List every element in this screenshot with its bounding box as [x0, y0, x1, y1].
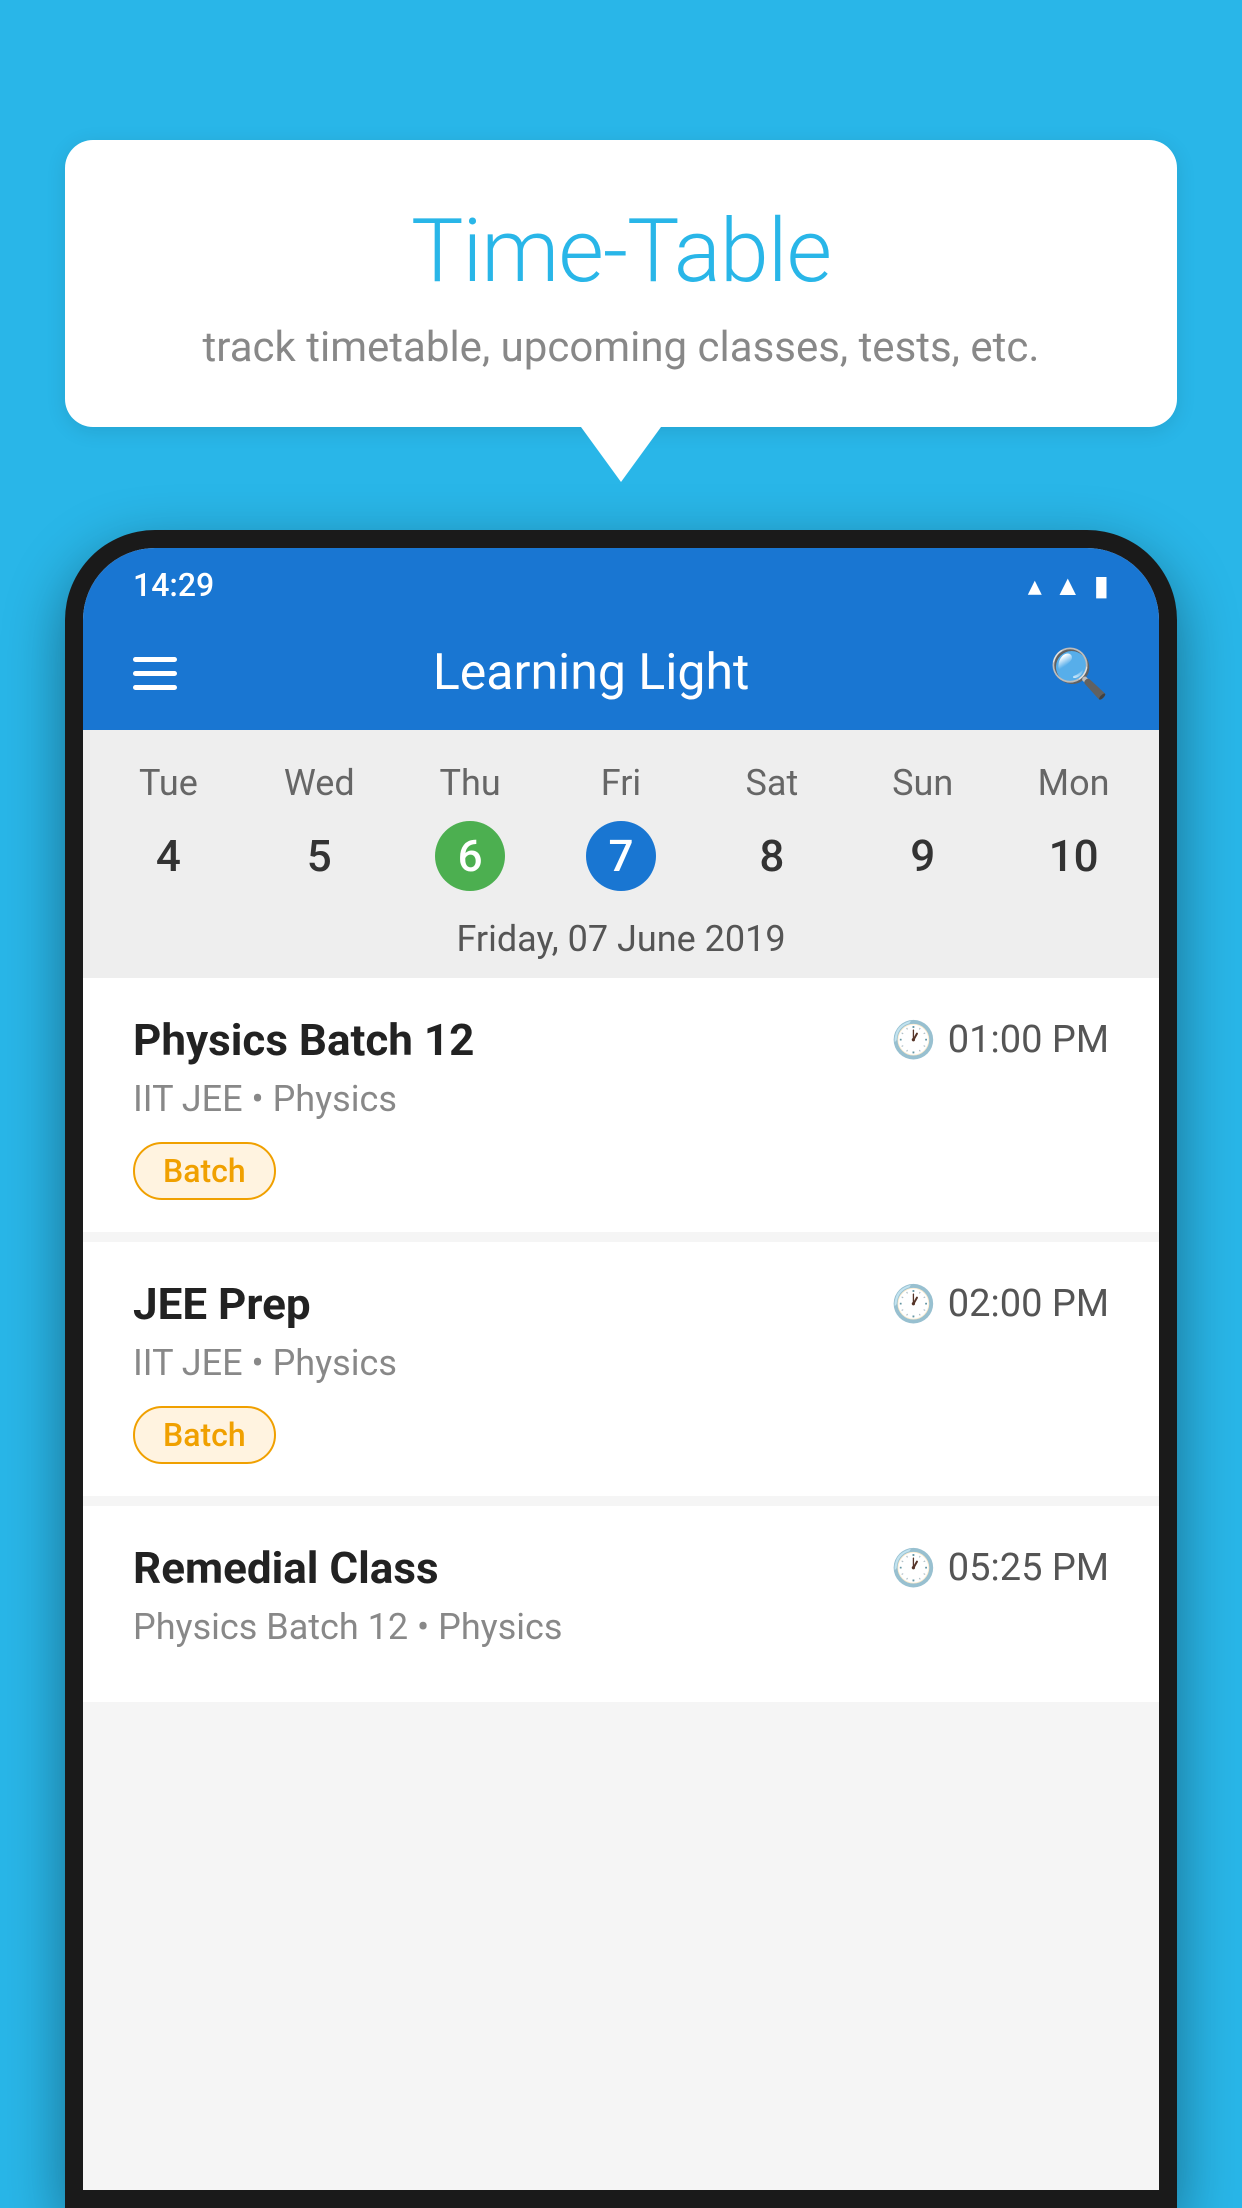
menu-line-2 — [133, 671, 177, 676]
wifi-icon: ▴ — [1028, 569, 1042, 602]
app-bar: Learning Light 🔍 — [83, 616, 1159, 730]
schedule-item-3-title: Remedial Class — [133, 1542, 439, 1594]
day-5[interactable]: 5 — [244, 820, 395, 892]
selected-date-label: Friday, 07 June 2019 — [83, 908, 1159, 978]
schedule-item-2-header: JEE Prep 🕐 02:00 PM — [133, 1278, 1109, 1330]
menu-icon[interactable] — [133, 657, 177, 690]
battery-icon: ▮ — [1094, 569, 1109, 602]
clock-icon-2: 🕐 — [891, 1283, 936, 1325]
day-header-wed: Wed — [244, 754, 395, 812]
schedule-list: Physics Batch 12 🕐 01:00 PM IIT JEE • Ph… — [83, 978, 1159, 2190]
search-icon[interactable]: 🔍 — [1049, 645, 1109, 702]
menu-line-1 — [133, 657, 177, 662]
day-header-mon: Mon — [998, 754, 1149, 812]
schedule-item-1-subtitle: IIT JEE • Physics — [133, 1078, 1109, 1120]
schedule-item-3-time: 🕐 05:25 PM — [891, 1546, 1109, 1590]
day-headers: Tue Wed Thu Fri Sat Sun Mon — [83, 754, 1159, 812]
speech-bubble: Time-Table track timetable, upcoming cla… — [65, 140, 1177, 427]
schedule-item-1-header: Physics Batch 12 🕐 01:00 PM — [133, 1014, 1109, 1066]
day-numbers: 4 5 6 7 8 9 10 — [83, 812, 1159, 908]
clock-icon-1: 🕐 — [891, 1019, 936, 1061]
speech-bubble-arrow — [581, 427, 661, 482]
day-9[interactable]: 9 — [847, 820, 998, 892]
schedule-item-1[interactable]: Physics Batch 12 🕐 01:00 PM IIT JEE • Ph… — [83, 978, 1159, 1232]
day-header-sun: Sun — [847, 754, 998, 812]
feature-title: Time-Table — [145, 200, 1097, 303]
day-4[interactable]: 4 — [93, 820, 244, 892]
status-bar: 14:29 ▴ ▲ ▮ — [83, 548, 1159, 616]
status-time: 14:29 — [133, 566, 214, 604]
clock-icon-3: 🕐 — [891, 1547, 936, 1589]
schedule-item-1-time: 🕐 01:00 PM — [891, 1018, 1109, 1062]
feature-subtitle: track timetable, upcoming classes, tests… — [145, 323, 1097, 372]
schedule-item-3-time-value: 05:25 PM — [948, 1546, 1109, 1590]
day-header-fri: Fri — [546, 754, 697, 812]
phone-inner: 14:29 ▴ ▲ ▮ Learning Light 🔍 Tue — [83, 548, 1159, 2190]
calendar-strip: Tue Wed Thu Fri Sat Sun Mon 4 5 6 7 8 9 … — [83, 730, 1159, 978]
schedule-item-2-subtitle: IIT JEE • Physics — [133, 1342, 1109, 1384]
schedule-item-3-header: Remedial Class 🕐 05:25 PM — [133, 1542, 1109, 1594]
status-icons: ▴ ▲ ▮ — [1028, 569, 1109, 602]
schedule-item-1-badge: Batch — [133, 1142, 276, 1200]
day-8[interactable]: 8 — [696, 820, 847, 892]
day-header-tue: Tue — [93, 754, 244, 812]
schedule-item-1-title: Physics Batch 12 — [133, 1014, 474, 1066]
day-header-sat: Sat — [696, 754, 847, 812]
day-6-today[interactable]: 6 — [435, 821, 505, 891]
schedule-item-2-title: JEE Prep — [133, 1278, 311, 1330]
phone-frame: 14:29 ▴ ▲ ▮ Learning Light 🔍 Tue — [65, 530, 1177, 2208]
app-title: Learning Light — [177, 644, 1005, 702]
schedule-item-2-time: 🕐 02:00 PM — [891, 1282, 1109, 1326]
schedule-item-2-time-value: 02:00 PM — [948, 1282, 1109, 1326]
schedule-item-3[interactable]: Remedial Class 🕐 05:25 PM Physics Batch … — [83, 1506, 1159, 1702]
schedule-item-2[interactable]: JEE Prep 🕐 02:00 PM IIT JEE • Physics Ba… — [83, 1242, 1159, 1496]
day-7-selected[interactable]: 7 — [586, 821, 656, 891]
schedule-item-1-time-value: 01:00 PM — [948, 1018, 1109, 1062]
signal-icon: ▲ — [1054, 569, 1082, 602]
schedule-item-2-badge: Batch — [133, 1406, 276, 1464]
menu-line-3 — [133, 685, 177, 690]
schedule-item-3-subtitle: Physics Batch 12 • Physics — [133, 1606, 1109, 1648]
speech-bubble-container: Time-Table track timetable, upcoming cla… — [65, 140, 1177, 482]
day-10[interactable]: 10 — [998, 820, 1149, 892]
day-header-thu: Thu — [395, 754, 546, 812]
